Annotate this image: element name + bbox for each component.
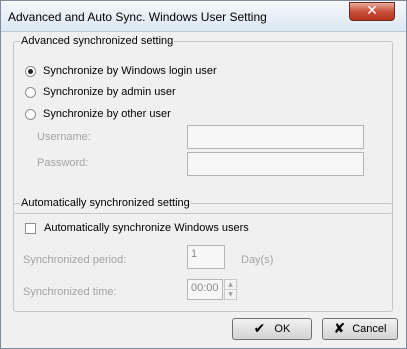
dialog-window: Advanced and Auto Sync. Windows User Set… xyxy=(0,0,407,349)
advanced-sync-group: Advanced synchronized setting Synchroniz… xyxy=(13,35,393,214)
radio-admin-user[interactable]: Synchronize by admin user xyxy=(25,86,176,98)
password-field[interactable] xyxy=(187,152,364,176)
auto-sync-checkbox-label: Automatically synchronize Windows users xyxy=(44,222,249,234)
spin-up-icon[interactable]: ▲ xyxy=(225,280,236,290)
auto-sync-checkbox-row[interactable]: Automatically synchronize Windows users xyxy=(25,222,249,234)
radio-label: Synchronize by admin user xyxy=(43,86,176,98)
username-label: Username: xyxy=(37,131,91,143)
time-field[interactable]: 00:00 xyxy=(187,279,223,300)
time-spinner[interactable]: ▲ ▼ xyxy=(224,279,237,300)
close-icon: ✕ xyxy=(366,3,378,19)
period-field[interactable]: 1 xyxy=(187,245,225,269)
auto-sync-group: Automatically synchronized setting Autom… xyxy=(13,197,393,312)
radio-button[interactable] xyxy=(25,86,36,98)
username-field[interactable] xyxy=(187,125,364,149)
spin-down-icon[interactable]: ▼ xyxy=(225,290,236,299)
ok-button[interactable]: ✔ OK xyxy=(232,318,312,340)
ok-label: OK xyxy=(274,323,291,335)
password-label: Password: xyxy=(37,157,89,169)
x-icon: ✘ xyxy=(333,321,346,337)
close-button[interactable]: ✕ xyxy=(349,2,395,21)
cancel-label: Cancel xyxy=(352,323,387,335)
radio-other-user[interactable]: Synchronize by other user xyxy=(25,108,171,120)
radio-windows-login-user[interactable]: Synchronize by Windows login user xyxy=(25,65,217,77)
window-title: Advanced and Auto Sync. Windows User Set… xyxy=(8,10,267,24)
auto-sync-checkbox[interactable] xyxy=(25,222,36,234)
period-unit: Day(s) xyxy=(241,254,274,266)
cancel-button[interactable]: ✘ Cancel xyxy=(322,318,398,340)
period-label: Synchronized period: xyxy=(23,254,127,266)
time-label: Synchronized time: xyxy=(23,286,117,298)
radio-label: Synchronize by Windows login user xyxy=(43,65,217,77)
dialog-body: Advanced synchronized setting Synchroniz… xyxy=(9,32,398,341)
advanced-group-title: Advanced synchronized setting xyxy=(20,35,175,47)
radio-label: Synchronize by other user xyxy=(43,108,171,120)
auto-group-title: Automatically synchronized setting xyxy=(20,197,191,209)
check-icon: ✔ xyxy=(253,321,266,337)
radio-button[interactable] xyxy=(25,108,36,120)
radio-button[interactable] xyxy=(25,65,36,77)
title-bar[interactable]: Advanced and Auto Sync. Windows User Set… xyxy=(1,1,406,32)
